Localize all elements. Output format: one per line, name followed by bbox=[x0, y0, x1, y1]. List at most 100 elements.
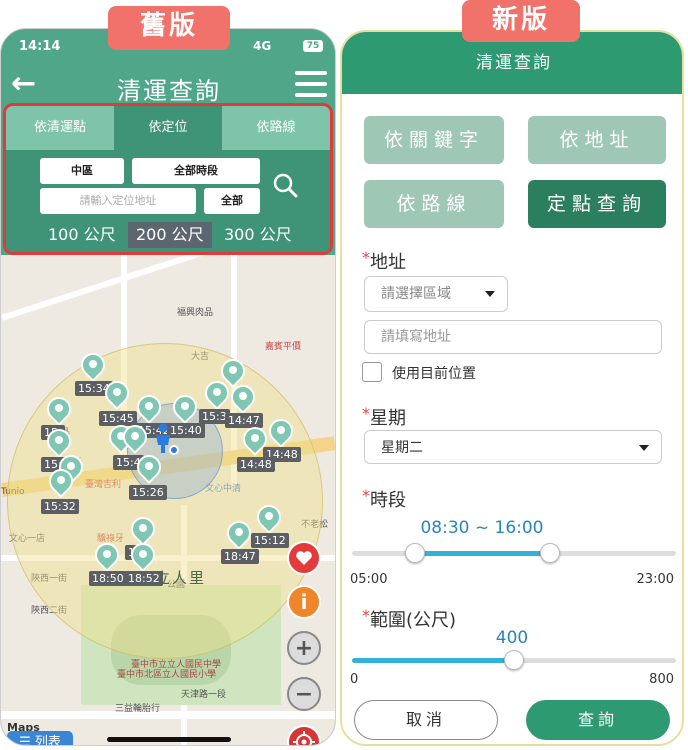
period-label: *時段 bbox=[362, 486, 406, 512]
location-pin-icon[interactable] bbox=[90, 538, 124, 572]
district-select[interactable]: 中區 bbox=[40, 158, 124, 184]
radius-option-100[interactable]: 100 公尺 bbox=[40, 222, 124, 248]
time-label: 15:26 bbox=[129, 485, 167, 500]
range-slider-fill bbox=[352, 658, 514, 663]
period-value: 08:30 ~ 16:00 bbox=[420, 518, 544, 538]
old-phone-screen: 14:14 4G 75 ← 清運查詢 依清運點 依定位 依路線 中區 全部時段 … bbox=[0, 28, 336, 746]
map-label: 三益輪胎行 bbox=[115, 704, 161, 714]
required-mark: * bbox=[362, 606, 370, 625]
query-button[interactable]: 查詢 bbox=[526, 700, 670, 740]
location-pin-icon[interactable] bbox=[126, 512, 160, 546]
home-indicator bbox=[107, 737, 231, 742]
district-select-placeholder: 請選擇區域 bbox=[381, 286, 451, 302]
zoom-in-icon[interactable]: + bbox=[287, 631, 321, 665]
hamburger-menu-icon[interactable] bbox=[295, 71, 327, 97]
weekday-label-text: 星期 bbox=[370, 408, 406, 429]
period-slider[interactable] bbox=[352, 543, 676, 563]
new-phone-screen: 清運查詢 依關鍵字 依地址 依路線 定點查詢 *地址 請選擇區域 請填寫地址 使… bbox=[340, 30, 684, 746]
range-label: *範圍(公尺) bbox=[362, 606, 456, 632]
range-slider-handle[interactable] bbox=[504, 650, 524, 670]
range-value: 400 bbox=[495, 628, 529, 648]
period-min-label: 05:00 bbox=[350, 572, 388, 587]
filter-body: 中區 全部時段 請輸入定位地址 全部 100 公尺 200 公尺 300 公尺 bbox=[6, 150, 330, 252]
weekday-label: *星期 bbox=[362, 404, 406, 430]
period-max-label: 23:00 bbox=[636, 572, 674, 587]
period-slider-fill bbox=[415, 551, 550, 556]
page-title: 清運查詢 bbox=[117, 77, 221, 105]
location-pin-icon[interactable] bbox=[252, 500, 286, 534]
period-slider-start-handle[interactable] bbox=[405, 543, 426, 563]
location-pin-icon[interactable] bbox=[42, 392, 76, 426]
use-current-location-label: 使用目前位置 bbox=[392, 366, 476, 382]
zoom-out-icon[interactable]: − bbox=[287, 677, 321, 711]
map-place-name: 立人里 bbox=[155, 569, 207, 587]
weekday-select[interactable]: 星期二 bbox=[364, 430, 662, 464]
list-button[interactable]: ☰ 列表 bbox=[7, 731, 73, 746]
app-header: ← 清運查詢 bbox=[1, 65, 335, 105]
new-version-badge: 新版 bbox=[462, 0, 580, 42]
address-input[interactable]: 請填寫地址 bbox=[364, 320, 662, 354]
tab-by-location[interactable]: 依定位 bbox=[114, 106, 222, 150]
address-input[interactable]: 請輸入定位地址 bbox=[40, 188, 196, 214]
battery-icon: 75 bbox=[303, 40, 323, 52]
mode-by-route-button[interactable]: 依路線 bbox=[364, 180, 504, 228]
range-min-label: 0 bbox=[350, 672, 359, 687]
use-current-location-checkbox[interactable] bbox=[362, 362, 382, 382]
time-label: 15:32 bbox=[41, 499, 79, 514]
time-label: 18:50 bbox=[89, 571, 127, 586]
map-view[interactable]: 福興肉品 嘉賓平價 大吉 文心中清 不老松 文心一店 陝西一街 陝西二街 驥祿牙… bbox=[1, 255, 335, 746]
radius-option-300[interactable]: 300 公尺 bbox=[216, 222, 300, 248]
location-pin-icon[interactable] bbox=[42, 424, 76, 458]
heart-icon[interactable] bbox=[287, 541, 321, 575]
range-slider[interactable] bbox=[352, 650, 676, 670]
map-road bbox=[1, 255, 323, 321]
locate-target-icon[interactable] bbox=[287, 725, 321, 745]
location-pin-icon[interactable] bbox=[132, 450, 166, 484]
tab-by-route[interactable]: 依路線 bbox=[222, 106, 330, 150]
caret-down-icon bbox=[639, 445, 649, 451]
district-select[interactable]: 請選擇區域 bbox=[364, 276, 508, 312]
mode-by-keyword-button[interactable]: 依關鍵字 bbox=[364, 116, 504, 164]
mode-by-address-button[interactable]: 依地址 bbox=[528, 116, 666, 164]
location-pin-icon[interactable] bbox=[132, 390, 166, 424]
time-label: 15:45 bbox=[99, 411, 137, 426]
time-label: 15:12 bbox=[251, 533, 289, 548]
weekday-select-value: 星期二 bbox=[381, 440, 423, 456]
range-max-label: 800 bbox=[649, 672, 674, 687]
mode-fixed-point-button[interactable]: 定點查詢 bbox=[528, 180, 666, 228]
list-button-label: 列表 bbox=[34, 735, 61, 746]
location-pin-icon[interactable] bbox=[100, 376, 134, 410]
location-pin-icon[interactable] bbox=[168, 390, 202, 424]
location-pin-icon[interactable] bbox=[126, 538, 160, 572]
period-slider-end-handle[interactable] bbox=[539, 543, 560, 563]
time-label: 14:48 bbox=[237, 457, 275, 472]
required-mark: * bbox=[362, 404, 370, 423]
location-pin-icon[interactable] bbox=[76, 348, 110, 382]
tab-by-collection-point[interactable]: 依清運點 bbox=[6, 106, 114, 150]
cancel-button[interactable]: 取消 bbox=[354, 700, 498, 740]
current-location-dot bbox=[169, 445, 179, 455]
all-button[interactable]: 全部 bbox=[204, 188, 260, 214]
time-label: 18:47 bbox=[221, 549, 259, 564]
location-pin-icon[interactable] bbox=[216, 354, 250, 388]
location-pin-icon[interactable] bbox=[226, 380, 260, 414]
map-label: 臺中市北區立人國民小學 bbox=[117, 670, 217, 680]
address-label-text: 地址 bbox=[370, 252, 406, 273]
map-label: 福興肉品 bbox=[177, 308, 214, 318]
map-label: 嘉賓平價 bbox=[265, 342, 302, 352]
filter-panel: 依清運點 依定位 依路線 中區 全部時段 請輸入定位地址 全部 100 公尺 2… bbox=[3, 103, 333, 255]
caret-down-icon bbox=[485, 291, 495, 297]
location-pin-icon[interactable] bbox=[238, 422, 272, 456]
period-select[interactable]: 全部時段 bbox=[132, 158, 260, 184]
location-pin-icon[interactable] bbox=[44, 464, 78, 498]
location-pin-icon[interactable] bbox=[118, 420, 152, 454]
radius-option-200[interactable]: 200 公尺 bbox=[128, 222, 212, 248]
radius-options: 100 公尺 200 公尺 300 公尺 bbox=[40, 222, 310, 248]
info-icon[interactable]: i bbox=[287, 585, 321, 619]
location-pin-icon[interactable] bbox=[222, 516, 256, 550]
search-icon[interactable] bbox=[272, 172, 298, 198]
search-tabs: 依清運點 依定位 依路線 bbox=[6, 106, 330, 150]
map-road bbox=[1, 711, 335, 719]
location-pin-icon[interactable] bbox=[264, 414, 298, 448]
range-label-text: 範圍(公尺) bbox=[370, 610, 457, 631]
